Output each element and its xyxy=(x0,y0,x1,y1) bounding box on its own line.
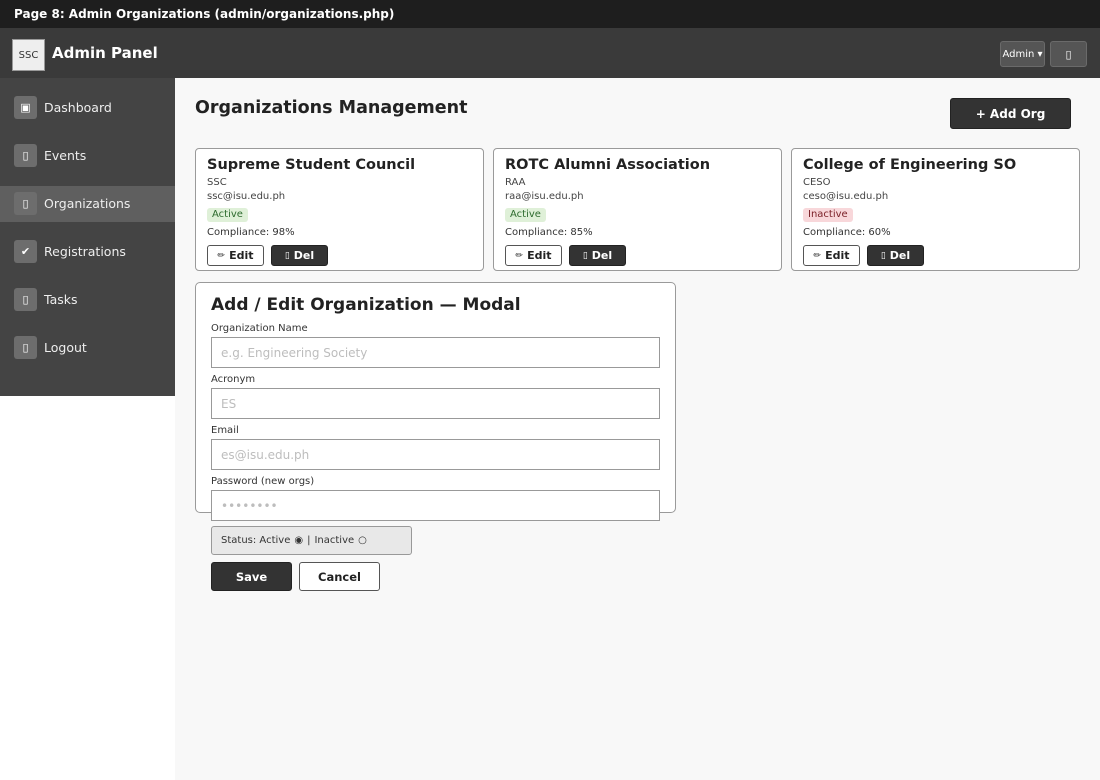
events-icon: ▯ xyxy=(14,144,37,167)
org-acronym: SSC xyxy=(207,177,227,188)
sidebar-item-label: Organizations xyxy=(44,196,131,211)
acronym-label: Acronym xyxy=(211,374,256,385)
status-selector: Status: Active ◉ | Inactive ○ xyxy=(211,526,412,555)
sidebar-item-label: Logout xyxy=(44,340,87,355)
org-email: ssc@isu.edu.ph xyxy=(207,191,286,202)
password-input[interactable] xyxy=(211,490,660,521)
registrations-icon: ✔ xyxy=(14,240,37,263)
edit-button[interactable]: ✏ Edit xyxy=(803,245,860,266)
sidebar-item-organizations[interactable]: ▯ Organizations xyxy=(0,186,175,222)
org-email: raa@isu.edu.ph xyxy=(505,191,584,202)
status-badge: Active xyxy=(207,208,248,222)
delete-label: Del xyxy=(293,249,315,262)
sidebar-item-dashboard[interactable]: ▣ Dashboard xyxy=(0,90,175,126)
status-badge: Inactive xyxy=(803,208,853,222)
org-card: College of Engineering SO CESO ceso@isu.… xyxy=(791,148,1080,271)
sidebar-item-label: Dashboard xyxy=(44,100,112,115)
dashboard-icon: ▣ xyxy=(14,96,37,119)
pencil-icon: ✏ xyxy=(813,250,822,261)
org-name: College of Engineering SO xyxy=(803,157,1017,173)
org-compliance: Compliance: 60% xyxy=(803,227,891,238)
org-name: ROTC Alumni Association xyxy=(505,157,711,173)
sidebar-item-events[interactable]: ▯ Events xyxy=(0,138,175,174)
org-name-input[interactable] xyxy=(211,337,660,368)
status-active-radio[interactable]: ◉ xyxy=(294,535,303,546)
sidebar-item-registrations[interactable]: ✔ Registrations xyxy=(0,234,175,270)
email-input[interactable] xyxy=(211,439,660,470)
logout-icon: ▯ xyxy=(14,336,37,359)
modal-title: Add / Edit Organization — Modal xyxy=(211,295,521,315)
top-bar: SSC Admin Panel Admin ▾ ▯ xyxy=(0,28,1100,78)
org-email: ceso@isu.edu.ph xyxy=(803,191,889,202)
main-content: Organizations Management + Add Org Supre… xyxy=(175,78,1100,780)
logo: SSC xyxy=(12,39,45,71)
sidebar: ▣ Dashboard ▯ Events ▯ Organizations ✔ R… xyxy=(0,78,175,396)
sidebar-item-label: Events xyxy=(44,148,87,163)
pencil-icon: ✏ xyxy=(217,250,226,261)
status-prefix: Status: Active xyxy=(221,535,291,546)
delete-label: Del xyxy=(889,249,911,262)
password-label: Password (new orgs) xyxy=(211,476,315,487)
cancel-button[interactable]: Cancel xyxy=(299,562,380,591)
trash-icon: ▯ xyxy=(582,250,588,261)
trash-icon: ▯ xyxy=(284,250,290,261)
add-org-button[interactable]: + Add Org xyxy=(950,98,1071,129)
status-separator: | xyxy=(307,535,311,546)
status-inactive-label: Inactive xyxy=(314,535,355,546)
sidebar-item-label: Tasks xyxy=(44,292,78,307)
org-acronym: CESO xyxy=(803,177,831,188)
delete-button[interactable]: ▯ Del xyxy=(867,245,924,266)
sidebar-item-tasks[interactable]: ▯ Tasks xyxy=(0,282,175,318)
org-card: Supreme Student Council SSC ssc@isu.edu.… xyxy=(195,148,484,271)
status-badge: Active xyxy=(505,208,546,222)
trash-icon: ▯ xyxy=(880,250,886,261)
edit-label: Edit xyxy=(229,249,254,262)
save-button[interactable]: Save xyxy=(211,562,292,591)
delete-button[interactable]: ▯ Del xyxy=(271,245,328,266)
delete-label: Del xyxy=(591,249,613,262)
email-label: Email xyxy=(211,425,239,436)
status-inactive-radio[interactable]: ○ xyxy=(358,535,367,546)
pencil-icon: ✏ xyxy=(515,250,524,261)
acronym-input[interactable] xyxy=(211,388,660,419)
edit-button[interactable]: ✏ Edit xyxy=(505,245,562,266)
edit-label: Edit xyxy=(527,249,552,262)
org-compliance: Compliance: 98% xyxy=(207,227,295,238)
notification-icon[interactable]: ▯ xyxy=(1050,41,1087,67)
org-acronym: RAA xyxy=(505,177,526,188)
org-card: ROTC Alumni Association RAA raa@isu.edu.… xyxy=(493,148,782,271)
tasks-icon: ▯ xyxy=(14,288,37,311)
organizations-icon: ▯ xyxy=(14,192,37,215)
admin-dropdown[interactable]: Admin ▾ xyxy=(1000,41,1045,67)
delete-button[interactable]: ▯ Del xyxy=(569,245,626,266)
org-name-label: Organization Name xyxy=(211,323,308,334)
app-title: Admin Panel xyxy=(52,44,158,62)
org-compliance: Compliance: 85% xyxy=(505,227,593,238)
org-name: Supreme Student Council xyxy=(207,157,416,173)
edit-label: Edit xyxy=(825,249,850,262)
page-title: Organizations Management xyxy=(195,98,468,118)
sidebar-item-logout[interactable]: ▯ Logout xyxy=(0,330,175,366)
sidebar-item-label: Registrations xyxy=(44,244,126,259)
page-caption: Page 8: Admin Organizations (admin/organ… xyxy=(0,0,1100,28)
edit-button[interactable]: ✏ Edit xyxy=(207,245,264,266)
